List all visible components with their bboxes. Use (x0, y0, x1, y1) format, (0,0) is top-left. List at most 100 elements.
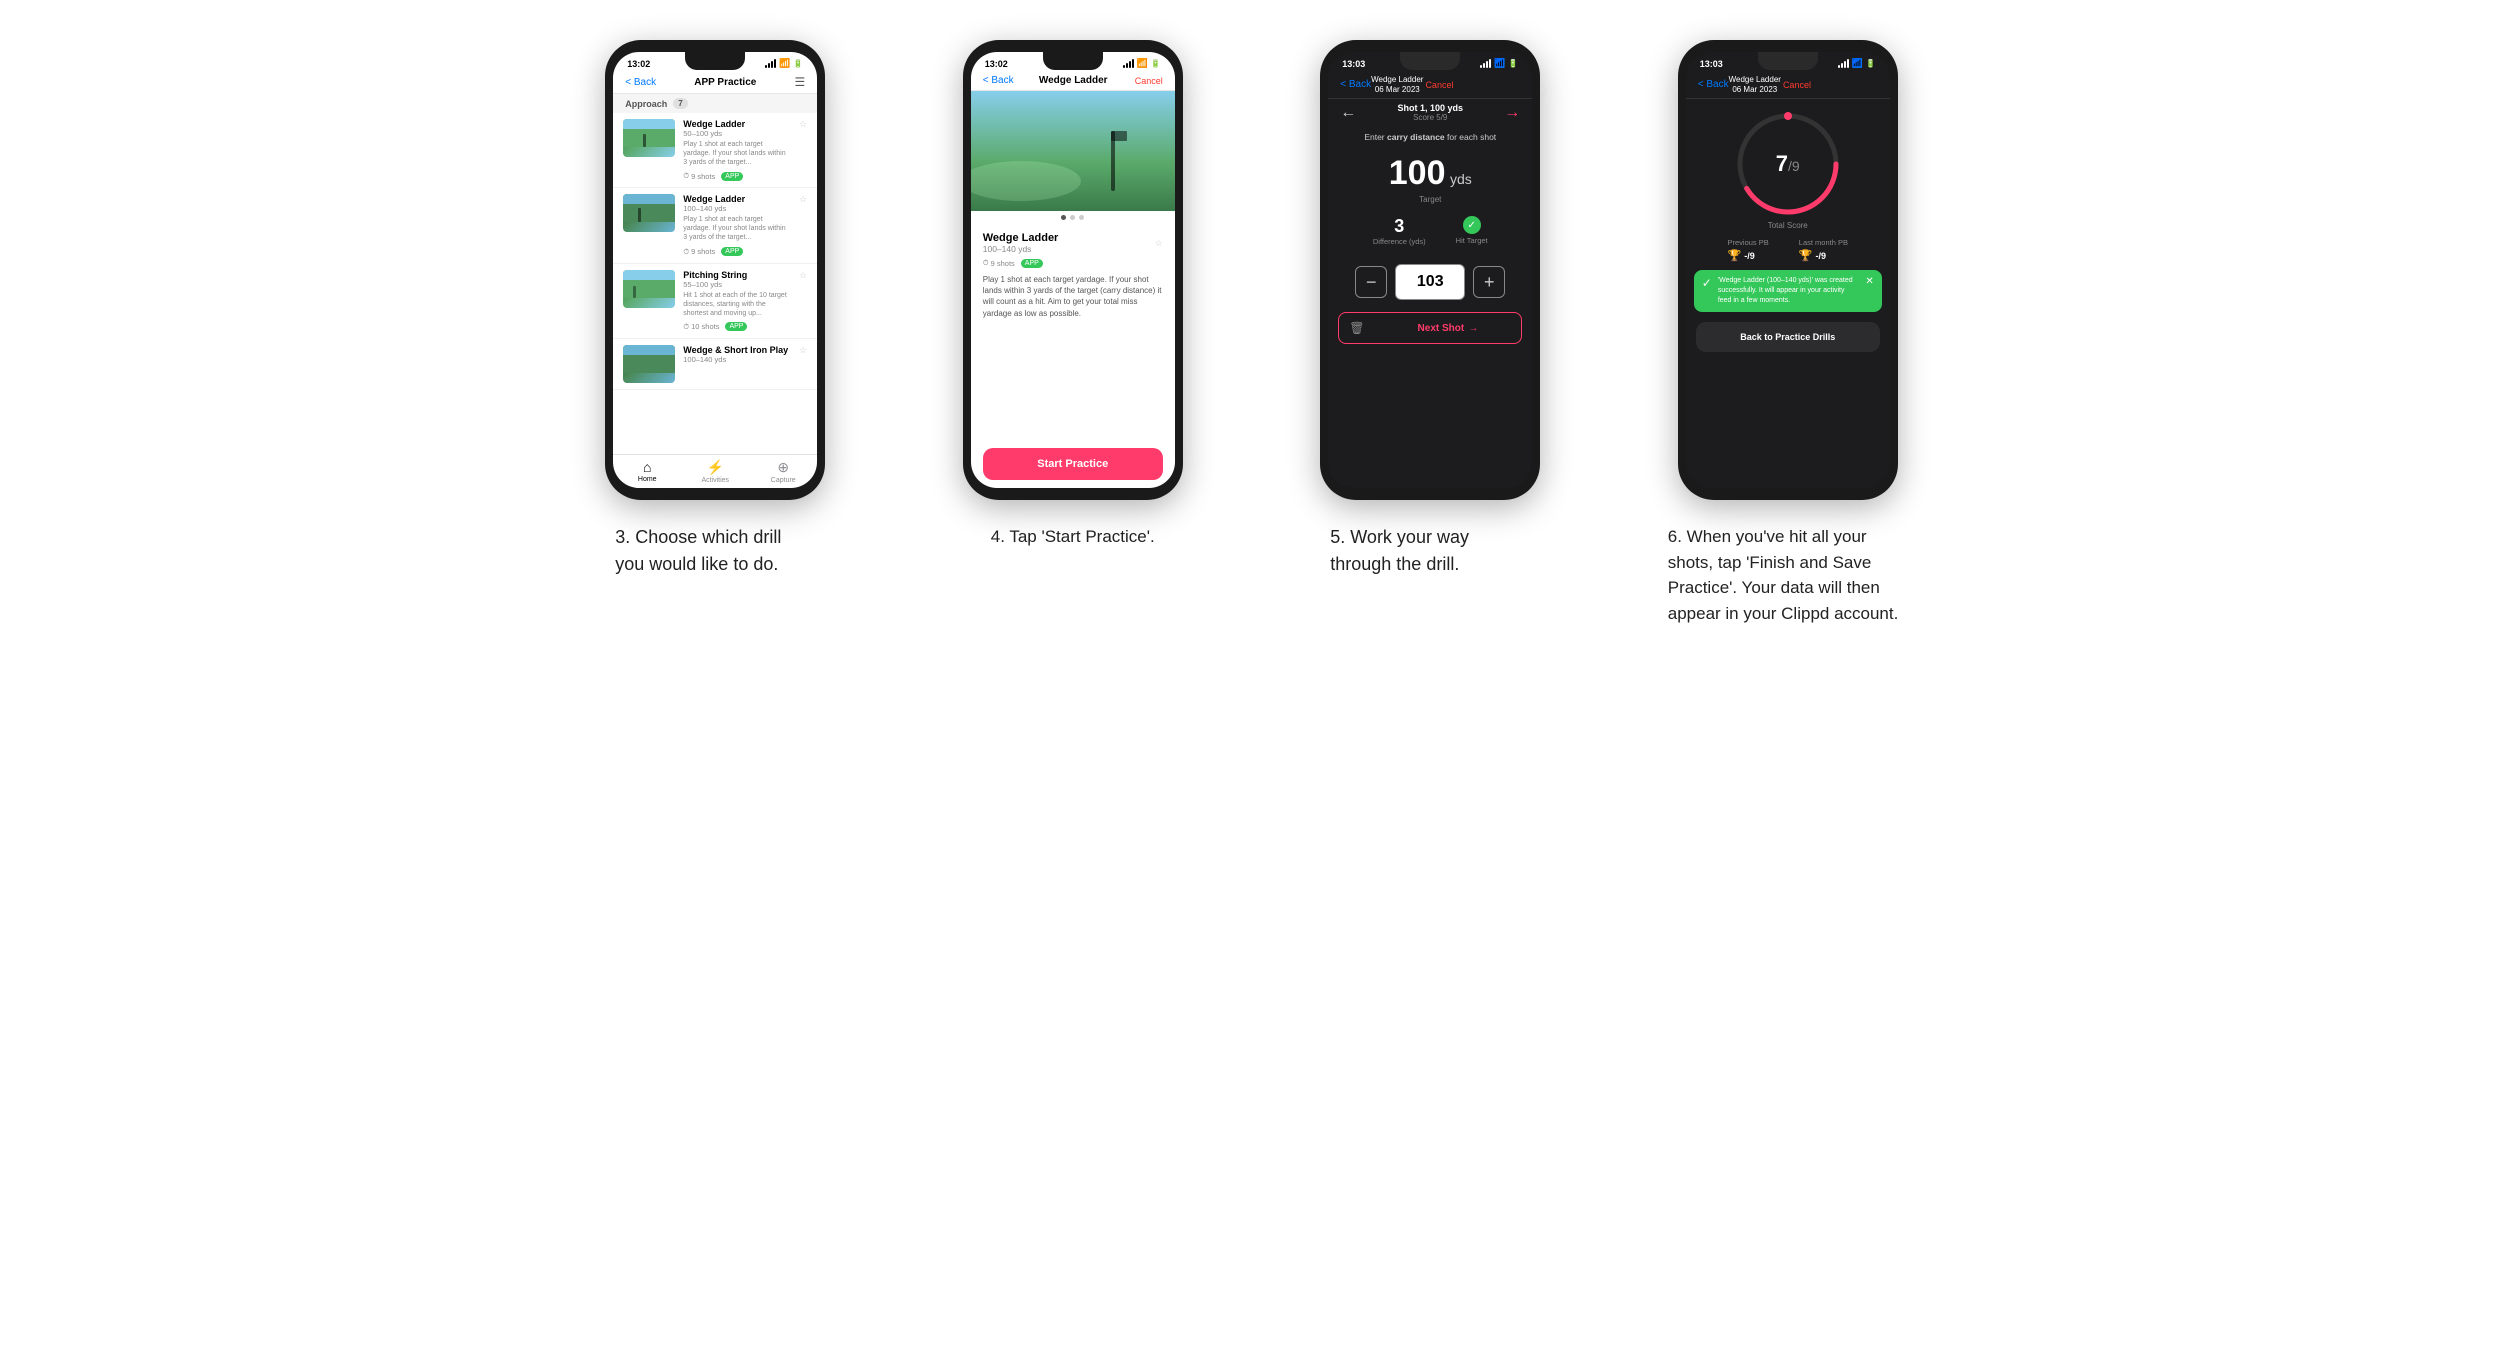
prev-pb-label: Previous PB (1728, 238, 1769, 247)
drill-desc-2: Play 1 shot at each target yardage. If y… (683, 215, 791, 242)
caption-4: 4. Tap 'Start Practice'. (991, 524, 1155, 550)
back-btn-4[interactable]: < Back (983, 75, 1014, 86)
tab-activities[interactable]: ⚡ Activities (681, 459, 749, 484)
next-shot-arrow[interactable]: → (1504, 104, 1520, 122)
drill-info-4: Wedge & Short Iron Play 100–140 yds (683, 345, 791, 364)
drill-range-3: 55–100 yds (683, 280, 791, 289)
capture-icon: ⊕ (777, 459, 789, 476)
carry-label-5: Enter carry distance for each shot (1328, 126, 1532, 144)
target-yds-5: 100 (1389, 154, 1446, 192)
drill-range-4: 100–140 yds (683, 355, 791, 364)
shot-score-5: Score 5/9 (1356, 113, 1504, 122)
drill-meta-3: ⏱ 10 shots APP (683, 322, 791, 332)
practice-shots-row: ⏱ 9 shots APP (983, 258, 1163, 268)
drill-item-2[interactable]: Wedge Ladder 100–140 yds Play 1 shot at … (613, 188, 817, 263)
star-icon-2[interactable]: ☆ (799, 194, 807, 205)
phone-frame-6: 13:03 📶 🔋 (1678, 40, 1898, 500)
section-badge-3: 7 (673, 98, 687, 109)
close-banner-button[interactable]: ✕ (1865, 276, 1873, 287)
nav-bar-3: < Back APP Practice ☰ (613, 71, 817, 94)
drill-image-3 (623, 270, 675, 308)
lastmonth-pb-val: 🏆 -/9 (1799, 249, 1848, 262)
notch-6 (1758, 52, 1818, 70)
drill-info-3: Pitching String 55–100 yds Hit 1 shot at… (683, 270, 791, 332)
success-banner: ✓ 'Wedge Ladder (100–140 yds)' was creat… (1694, 270, 1882, 311)
back-to-drills-button[interactable]: Back to Practice Drills (1696, 322, 1880, 352)
drill-shots-2: ⏱ 9 shots (683, 247, 715, 257)
section-header-3: Approach 7 (613, 94, 817, 113)
stat-hit-target: ✓ Hit Target (1456, 216, 1488, 246)
drill-thumb-3 (623, 270, 675, 308)
trash-button[interactable]: 🗑 (1339, 313, 1374, 343)
stat-difference-val: 3 (1373, 216, 1426, 237)
next-shot-bar: 🗑 Next Shot → (1338, 312, 1522, 344)
drill-list-3: Wedge Ladder 50–100 yds Play 1 shot at e… (613, 113, 817, 454)
cancel-btn-6[interactable]: Cancel (1781, 80, 1811, 90)
minus-button[interactable]: − (1355, 266, 1387, 298)
star-icon-4[interactable]: ☆ (799, 345, 807, 356)
phone-screen-3: 13:02 📶 🔋 (613, 52, 817, 488)
tab-capture[interactable]: ⊕ Capture (749, 459, 817, 484)
wifi-icon-6: 📶 (1852, 58, 1863, 69)
phone-screen-4: 13:02 📶 🔋 (971, 52, 1175, 488)
trophy-icon-prev: 🏆 (1728, 249, 1742, 262)
back-btn-6[interactable]: < Back (1698, 79, 1729, 90)
drill-item-1[interactable]: Wedge Ladder 50–100 yds Play 1 shot at e… (613, 113, 817, 188)
nav-title-line2-5: 06 Mar 2023 (1371, 85, 1423, 95)
tab-home[interactable]: ⌂ Home (613, 459, 681, 484)
phone-screen-5: 13:03 📶 🔋 (1328, 52, 1532, 488)
drill-title-2: Wedge Ladder (683, 194, 791, 204)
drill-desc-1: Play 1 shot at each target yardage. If y… (683, 140, 791, 167)
plus-button[interactable]: + (1473, 266, 1505, 298)
star-icon-1[interactable]: ☆ (799, 119, 807, 130)
drill-title-4: Wedge & Short Iron Play (683, 345, 791, 355)
start-practice-button[interactable]: Start Practice (983, 448, 1163, 480)
nav-bar-6: < Back Wedge Ladder 06 Mar 2023 Cancel (1686, 71, 1890, 99)
star-icon-3[interactable]: ☆ (799, 270, 807, 281)
cancel-btn-4[interactable]: Cancel (1133, 76, 1163, 86)
stat-hit-label: Hit Target (1456, 236, 1488, 245)
nav-title-line1-5: Wedge Ladder (1371, 75, 1423, 85)
shot-nav-5: ← Shot 1, 100 yds Score 5/9 → (1328, 99, 1532, 126)
stat-difference-label: Difference (yds) (1373, 237, 1426, 246)
phone-frame-3: 13:02 📶 🔋 (605, 40, 825, 500)
star-icon-practice[interactable]: ☆ (1155, 238, 1163, 249)
menu-icon-3[interactable]: ☰ (794, 75, 805, 89)
previous-pb: Previous PB 🏆 -/9 (1728, 238, 1769, 262)
prev-pb-val: 🏆 -/9 (1728, 249, 1769, 262)
phone-wrapper-6: 13:03 📶 🔋 (1678, 40, 1898, 500)
drill-item-3[interactable]: Pitching String 55–100 yds Hit 1 shot at… (613, 264, 817, 339)
nav-title-line1-6: Wedge Ladder (1729, 75, 1781, 85)
success-text: 'Wedge Ladder (100–140 yds)' was created… (1718, 276, 1860, 305)
drill-image-2 (623, 194, 675, 232)
stat-difference: 3 Difference (yds) (1373, 216, 1426, 246)
score-label: Total Score (1768, 221, 1808, 230)
tab-home-label: Home (638, 476, 657, 483)
nav-title-4: Wedge Ladder (1014, 75, 1133, 86)
prev-shot-arrow[interactable]: ← (1340, 104, 1356, 122)
next-shot-button[interactable]: Next Shot → (1374, 315, 1521, 342)
trophy-icon-lastmonth: 🏆 (1799, 249, 1813, 262)
drill-range-2: 100–140 yds (683, 204, 791, 213)
target-word-5: Target (1328, 195, 1532, 204)
phone-section-3: 13:02 📶 🔋 (552, 40, 880, 578)
pb-row: Previous PB 🏆 -/9 Last month PB 🏆 -/9 (1686, 234, 1890, 266)
shot-info-5: Shot 1, 100 yds Score 5/9 (1356, 103, 1504, 122)
battery-icon-4: 🔋 (1151, 59, 1161, 68)
hit-check-5: ✓ (1467, 220, 1475, 231)
drill-title-1: Wedge Ladder (683, 119, 791, 129)
section-label-3: Approach (625, 99, 667, 109)
shot-input[interactable]: 103 (1395, 264, 1465, 300)
drill-info-2: Wedge Ladder 100–140 yds Play 1 shot at … (683, 194, 791, 256)
back-btn-5[interactable]: < Back (1340, 79, 1371, 90)
status-icons-4: 📶 🔋 (1123, 58, 1161, 69)
drill-shots-1: ⏱ 9 shots (683, 171, 715, 181)
back-btn-3[interactable]: < Back (625, 77, 656, 88)
drill-item-4[interactable]: Wedge & Short Iron Play 100–140 yds ☆ (613, 339, 817, 390)
cancel-btn-5[interactable]: Cancel (1423, 80, 1453, 90)
battery-icon-5: 🔋 (1508, 59, 1518, 68)
practice-desc-4: Play 1 shot at each target yardage. If y… (983, 274, 1163, 319)
signal-icon-4 (1123, 59, 1134, 68)
score-denom: /9 (1788, 158, 1800, 174)
phone-section-6: 13:03 📶 🔋 (1624, 40, 1952, 626)
